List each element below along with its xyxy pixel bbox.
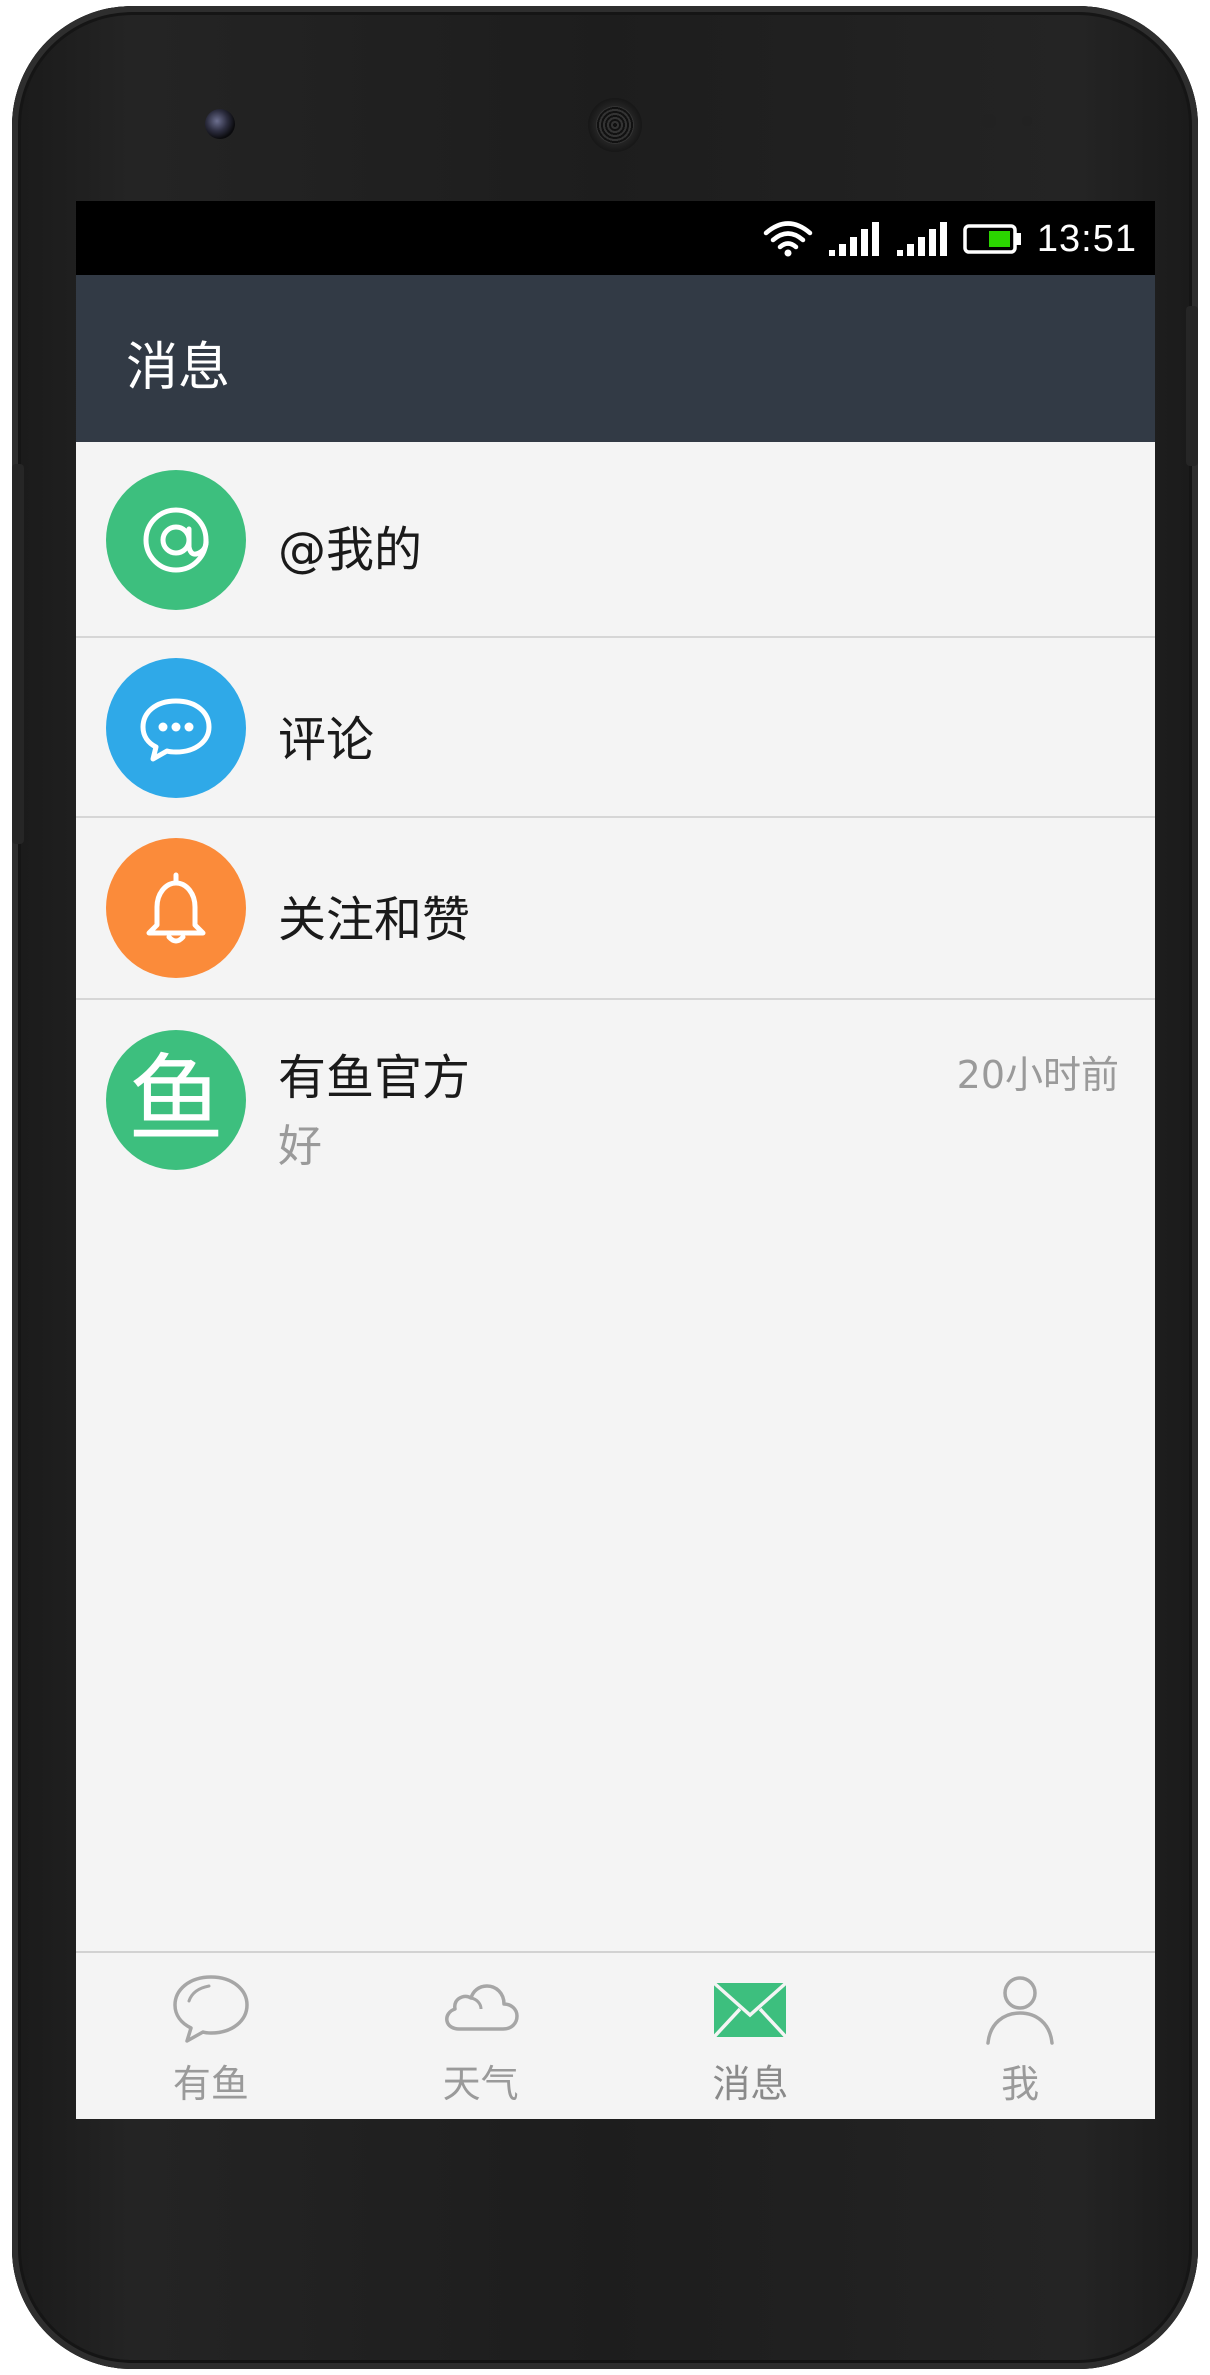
status-time: 13:51 <box>1036 217 1137 260</box>
signal-icon <box>896 222 947 256</box>
app-bar: 消息 <box>76 275 1155 442</box>
list-item-title: 评论 <box>278 712 375 768</box>
tab-weather[interactable]: 天气 <box>346 1953 616 2119</box>
nav-label: 天气 <box>442 2062 519 2106</box>
volume-button <box>12 464 24 844</box>
person-icon <box>986 1976 1054 2045</box>
list-item-comments[interactable]: 评论 <box>76 638 1155 818</box>
list-item-official[interactable]: 鱼 有鱼官方 好 20小时前 <box>76 1000 1155 1200</box>
list-item-mentions[interactable]: @我的 <box>76 442 1155 638</box>
nav-label: 有鱼 <box>172 2062 249 2106</box>
earpiece-speaker <box>588 98 642 152</box>
light-sensor <box>1022 116 1032 126</box>
bottom-navigation: 有鱼 天气 消息 我 <box>76 1951 1155 2119</box>
wifi-icon <box>763 221 813 257</box>
list-item-title: @我的 <box>278 522 423 578</box>
front-camera <box>205 109 235 139</box>
signal-icon <box>828 222 879 256</box>
list-item-time: 20小时前 <box>956 1053 1119 1097</box>
comment-icon <box>106 658 246 798</box>
phone-frame: 13:51 消息 @我的 评论 关注和赞 鱼 有鱼官方 好 20小时前 有鱼 天… <box>12 6 1198 2369</box>
message-list: @我的 评论 关注和赞 鱼 有鱼官方 好 20小时前 <box>76 442 1155 1200</box>
list-item-preview: 好 <box>278 1121 322 1172</box>
page-title: 消息 <box>126 338 231 398</box>
nav-label: 消息 <box>712 2062 789 2106</box>
nav-label: 我 <box>1001 2062 1040 2106</box>
tab-messages[interactable]: 消息 <box>616 1953 886 2119</box>
bell-icon <box>106 838 246 978</box>
list-item-follows-likes[interactable]: 关注和赞 <box>76 818 1155 1000</box>
at-icon <box>106 470 246 610</box>
status-bar: 13:51 <box>76 201 1155 275</box>
envelope-icon <box>713 1981 788 2039</box>
power-button <box>1186 306 1198 466</box>
screen: 13:51 消息 @我的 评论 关注和赞 鱼 有鱼官方 好 20小时前 有鱼 天… <box>76 201 1155 2119</box>
fish-logo-icon: 鱼 <box>106 1030 246 1170</box>
proximity-sensor <box>982 114 996 128</box>
tab-youyu[interactable]: 有鱼 <box>76 1953 346 2119</box>
tab-me[interactable]: 我 <box>885 1953 1155 2119</box>
list-item-title: 关注和赞 <box>278 892 471 948</box>
battery-icon <box>963 224 1021 254</box>
chat-bubble-icon <box>173 1975 249 2043</box>
cloud-icon <box>444 1984 519 2031</box>
list-item-title: 有鱼官方 <box>278 1050 471 1106</box>
